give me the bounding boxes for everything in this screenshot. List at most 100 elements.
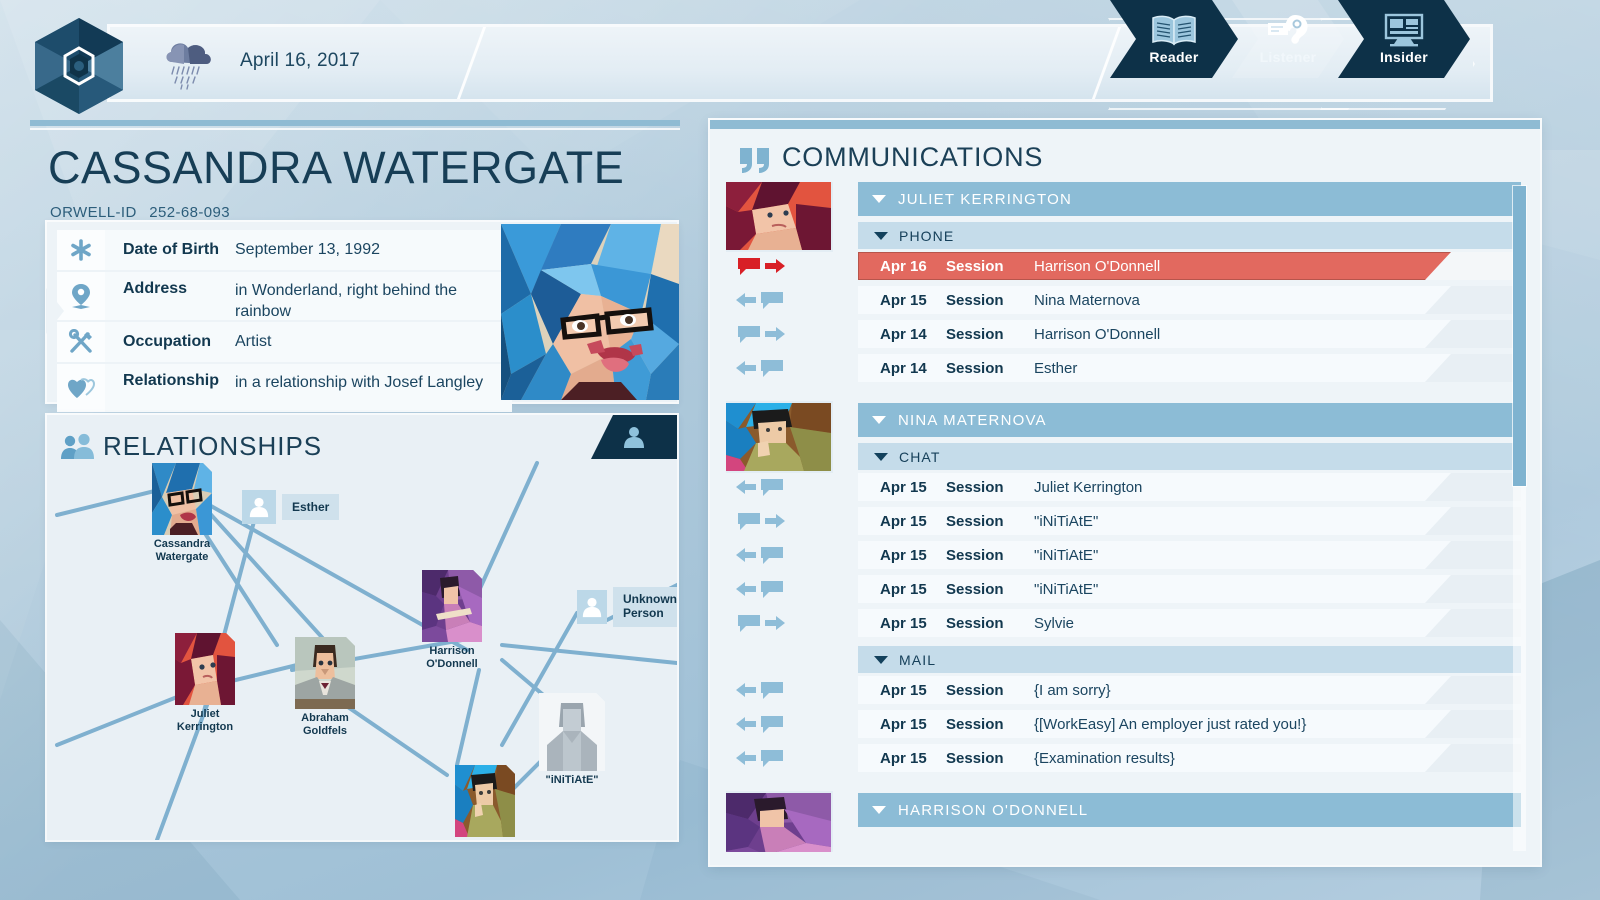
message-bar[interactable]: Apr 15 Session {Examination results} <box>858 744 1521 772</box>
message-row[interactable]: Apr 15 Session {Examination results} <box>736 741 1521 775</box>
nav-insider-button[interactable]: Insider <box>1338 0 1470 78</box>
orwell-id: ORWELL-ID 252-68-093 <box>50 204 230 221</box>
message-bar[interactable]: Apr 16 Session Harrison O'Donnell <box>858 252 1521 280</box>
left-column-rule-thin <box>30 128 680 130</box>
message-subject: Harrison O'Donnell <box>1034 325 1161 343</box>
channel-header[interactable]: PHONE <box>858 222 1521 249</box>
person-header[interactable]: JULIET KERRINGTON <box>858 182 1521 216</box>
message-subject: Esther <box>1034 359 1078 377</box>
graph-node-nina[interactable] <box>455 765 515 840</box>
graph-node-unknown[interactable]: Unknown Person <box>577 587 677 627</box>
person-avatar[interactable] <box>726 182 831 250</box>
current-date: April 16, 2017 <box>240 50 361 71</box>
top-bar: April 16, 2017 Reader Listener Insider <box>0 0 1600 125</box>
single-person-icon <box>577 589 607 624</box>
node-portrait-juliet <box>175 633 235 705</box>
info-value-dob: September 13, 1992 <box>235 241 380 259</box>
message-subject: Nina Maternova <box>1034 291 1140 309</box>
communications-list[interactable]: JULIET KERRINGTON PHONE Apr 16 Session Harri… <box>726 182 1521 852</box>
channel-header[interactable]: CHAT <box>858 443 1521 470</box>
orwell-hex-logo[interactable] <box>33 16 125 116</box>
message-incoming-icon <box>736 572 798 606</box>
message-bar[interactable]: Apr 14 Session Esther <box>858 354 1521 382</box>
message-incoming-icon <box>736 707 798 741</box>
message-row[interactable]: Apr 15 Session Nina Maternova <box>736 283 1521 317</box>
message-bar[interactable]: Apr 15 Session "iNiTiAtE" <box>858 541 1521 569</box>
person-avatar[interactable] <box>726 403 831 471</box>
message-row[interactable]: Apr 15 Session "iNiTiAtE" <box>738 504 1521 538</box>
monitor-screen-icon <box>1384 13 1424 47</box>
message-subject: {I am sorry} <box>1034 681 1111 699</box>
message-row[interactable]: Apr 15 Session "iNiTiAtE" <box>736 572 1521 606</box>
message-row[interactable]: Apr 15 Session {[WorkEasy] An employer jus… <box>736 707 1521 741</box>
message-incoming-icon <box>736 470 798 504</box>
info-label-dob: Date of Birth <box>123 241 219 258</box>
message-bar[interactable]: Apr 15 Session {[WorkEasy] An employer jus… <box>858 710 1521 738</box>
message-subject: Sylvie <box>1034 614 1075 632</box>
message-bar[interactable]: Apr 15 Session Juliet Kerrington <box>858 473 1521 501</box>
nav-listener-label: Listener <box>1259 49 1317 65</box>
info-row-occupation: Occupation Artist <box>57 322 512 362</box>
info-row-dob: Date of Birth September 13, 1992 <box>57 230 512 270</box>
profile-portrait <box>501 224 679 400</box>
message-subject: "iNiTiAtE" <box>1034 512 1099 530</box>
graph-node-juliet[interactable]: Juliet Kerrington <box>175 633 235 733</box>
nav-listener-button[interactable]: Listener <box>1232 0 1344 78</box>
message-date: Apr 15 <box>880 614 927 632</box>
message-bar[interactable]: Apr 15 Session "iNiTiAtE" <box>858 507 1521 535</box>
info-row-address: Address in Wonderland, right behind the … <box>57 272 512 320</box>
message-subject: "iNiTiAtE" <box>1034 580 1099 598</box>
left-column-rule <box>30 120 680 126</box>
message-kind: Session <box>946 257 1004 275</box>
message-row[interactable]: Apr 16 Session Harrison O'Donnell <box>738 249 1521 283</box>
graph-node-abraham[interactable]: Abraham Goldfels <box>295 637 355 737</box>
quote-marks-icon <box>740 148 769 173</box>
info-label-address: Address <box>123 280 188 297</box>
message-row[interactable]: Apr 14 Session Esther <box>736 351 1521 385</box>
message-bar[interactable]: Apr 15 Session Nina Maternova <box>858 286 1521 314</box>
graph-node-harrison[interactable]: Harrison O'Donnell <box>422 570 482 670</box>
message-bar[interactable]: Apr 15 Session {I am sorry} <box>858 676 1521 704</box>
graph-node-esther[interactable]: Esther <box>242 490 340 524</box>
communications-title: COMMUNICATIONS <box>782 142 1044 172</box>
message-bar[interactable]: Apr 15 Session Sylvie <box>858 609 1521 637</box>
message-incoming-icon <box>736 538 798 572</box>
nav-reader-button[interactable]: Reader <box>1110 0 1238 78</box>
message-subject: {[WorkEasy] An employer just rated you!} <box>1034 715 1307 733</box>
message-kind: Session <box>946 325 1004 343</box>
message-incoming-icon <box>736 283 798 317</box>
communications-scrollbar-thumb[interactable] <box>1513 186 1526 486</box>
message-incoming-icon <box>736 673 798 707</box>
chevron-down-icon <box>872 806 886 814</box>
chevron-down-icon <box>874 655 888 664</box>
message-kind: Session <box>946 715 1004 733</box>
communications-person: HARRISON O'DONNELL <box>726 793 1521 852</box>
message-row[interactable]: Apr 14 Session Harrison O'Donnell <box>738 317 1521 351</box>
message-kind: Session <box>946 546 1004 564</box>
message-kind: Session <box>946 681 1004 699</box>
channel-header[interactable]: MAIL <box>858 646 1521 673</box>
chevron-down-icon <box>872 195 886 203</box>
message-bar[interactable]: Apr 14 Session Harrison O'Donnell <box>858 320 1521 348</box>
node-label-esther: Esther <box>282 494 340 520</box>
message-date: Apr 15 <box>880 681 927 699</box>
person-avatar[interactable] <box>726 793 831 852</box>
two-hearts-icon <box>57 364 105 412</box>
tools-wrench-pen-icon <box>57 322 105 362</box>
message-subject: "iNiTiAtE" <box>1034 546 1099 564</box>
chevron-down-icon <box>874 452 888 461</box>
single-person-icon <box>624 427 644 448</box>
message-row[interactable]: Apr 15 Session Juliet Kerrington <box>736 470 1521 504</box>
message-subject: Harrison O'Donnell <box>1034 257 1161 275</box>
message-row[interactable]: Apr 15 Session {I am sorry} <box>736 673 1521 707</box>
message-bar[interactable]: Apr 15 Session "iNiTiAtE" <box>858 575 1521 603</box>
person-header[interactable]: HARRISON O'DONNELL <box>858 793 1521 827</box>
chevron-down-icon <box>872 416 886 424</box>
profile-column: CASSANDRA WATERGATE ORWELL-ID 252-68-093… <box>30 120 680 865</box>
graph-node-initiate[interactable]: "iNiTiAtE" <box>539 693 605 787</box>
communications-person: NINA MATERNOVA CHAT Apr 15 Session Juliet Ke… <box>726 403 1521 775</box>
person-header[interactable]: NINA MATERNOVA <box>858 403 1521 437</box>
graph-node-cassandra[interactable]: Cassandra Watergate <box>152 463 212 563</box>
message-row[interactable]: Apr 15 Session "iNiTiAtE" <box>736 538 1521 572</box>
message-row[interactable]: Apr 15 Session Sylvie <box>738 606 1521 640</box>
